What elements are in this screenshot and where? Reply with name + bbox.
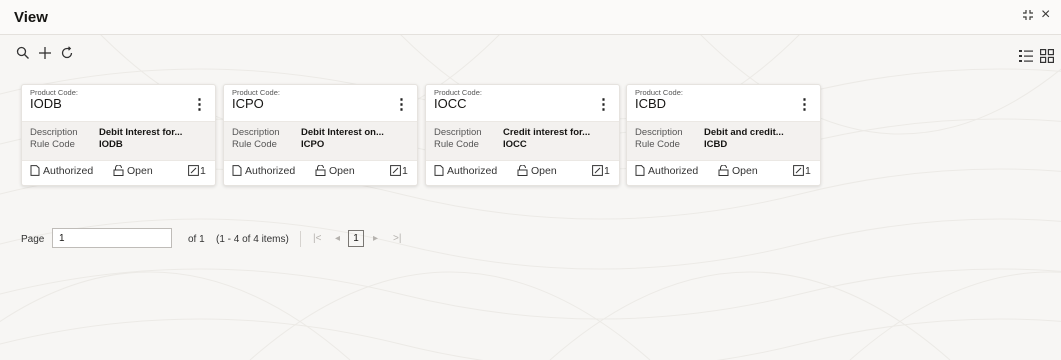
lock-status: Open <box>315 164 355 177</box>
card-details: Description Debit Interest on... Rule Co… <box>224 121 417 161</box>
list-view-icon[interactable] <box>1019 49 1033 63</box>
product-card[interactable]: Product Code: IOCC ⋮ Description Credit … <box>425 84 620 186</box>
grid-view-icon[interactable] <box>1040 49 1054 63</box>
card-details: Description Debit and credit... Rule Cod… <box>627 121 820 161</box>
description-label: Description <box>635 127 683 138</box>
document-icon <box>232 165 242 176</box>
card-footer: Authorized Open 1 <box>627 161 820 183</box>
more-options-icon[interactable]: ⋮ <box>596 97 611 112</box>
background-pattern <box>0 34 1061 360</box>
page-input[interactable] <box>52 228 172 248</box>
rule-code-value: IODB <box>99 139 123 150</box>
unlock-icon <box>113 164 124 176</box>
edit-icon <box>390 165 401 176</box>
page-label: Page <box>21 234 45 245</box>
edit-count: 1 <box>390 165 408 177</box>
first-page-icon[interactable]: |< <box>313 233 321 244</box>
rule-code-value: ICBD <box>704 139 728 150</box>
current-page-button[interactable]: 1 <box>348 230 364 247</box>
authorized-status-text: Authorized <box>447 165 498 177</box>
rule-code-value: ICPO <box>301 139 325 150</box>
lock-status: Open <box>718 164 758 177</box>
authorized-status-text: Authorized <box>648 165 699 177</box>
lock-status: Open <box>517 164 557 177</box>
pagination: Page of 1 (1 - 4 of 4 items) |< ◂ 1 ▸ >| <box>0 228 1061 252</box>
description-label: Description <box>434 127 482 138</box>
edit-icon <box>188 165 199 176</box>
edit-count-text: 1 <box>805 165 811 177</box>
expand-icon[interactable] <box>1022 8 1034 24</box>
product-code-value: ICPO <box>232 96 264 111</box>
card-details: Description Debit Interest for... Rule C… <box>22 121 215 161</box>
more-options-icon[interactable]: ⋮ <box>192 97 207 112</box>
edit-count: 1 <box>592 165 610 177</box>
items-count: (1 - 4 of 4 items) <box>216 234 289 245</box>
unlock-icon <box>315 164 326 176</box>
next-page-icon[interactable]: ▸ <box>373 233 378 244</box>
edit-count: 1 <box>793 165 811 177</box>
search-icon[interactable] <box>16 46 32 62</box>
description-value: Debit Interest for... <box>99 127 183 138</box>
document-icon <box>635 165 645 176</box>
close-icon[interactable]: × <box>1041 6 1050 24</box>
page-total: of 1 <box>188 234 205 245</box>
product-card[interactable]: Product Code: ICBD ⋮ Description Debit a… <box>626 84 821 186</box>
product-code-value: ICBD <box>635 96 667 111</box>
more-options-icon[interactable]: ⋮ <box>394 97 409 112</box>
edit-icon <box>793 165 804 176</box>
rule-code-label: Rule Code <box>434 139 479 150</box>
description-value: Debit Interest on... <box>301 127 384 138</box>
edit-count-text: 1 <box>604 165 610 177</box>
description-label: Description <box>30 127 78 138</box>
authorized-status: Authorized <box>434 165 497 177</box>
rule-code-value: IOCC <box>503 139 527 150</box>
card-details: Description Credit interest for... Rule … <box>426 121 619 161</box>
product-code-value: IODB <box>30 96 62 111</box>
lock-status-text: Open <box>127 165 153 177</box>
page-title: View <box>14 9 48 26</box>
previous-page-icon[interactable]: ◂ <box>335 233 340 244</box>
lock-status-text: Open <box>732 165 758 177</box>
authorized-status: Authorized <box>30 165 93 177</box>
authorized-status-text: Authorized <box>245 165 296 177</box>
description-label: Description <box>232 127 280 138</box>
edit-icon <box>592 165 603 176</box>
last-page-icon[interactable]: >| <box>393 233 401 244</box>
lock-status-text: Open <box>329 165 355 177</box>
add-icon[interactable] <box>38 46 54 62</box>
rule-code-label: Rule Code <box>30 139 75 150</box>
more-options-icon[interactable]: ⋮ <box>797 97 812 112</box>
edit-count-text: 1 <box>200 165 206 177</box>
description-value: Debit and credit... <box>704 127 784 138</box>
rule-code-label: Rule Code <box>232 139 277 150</box>
card-footer: Authorized Open 1 <box>224 161 417 183</box>
unlock-icon <box>718 164 729 176</box>
rule-code-label: Rule Code <box>635 139 680 150</box>
lock-status-text: Open <box>531 165 557 177</box>
authorized-status-text: Authorized <box>43 165 94 177</box>
product-card[interactable]: Product Code: IODB ⋮ Description Debit I… <box>21 84 216 186</box>
card-footer: Authorized Open 1 <box>22 161 215 183</box>
unlock-icon <box>517 164 528 176</box>
product-card[interactable]: Product Code: ICPO ⋮ Description Debit I… <box>223 84 418 186</box>
edit-count: 1 <box>188 165 206 177</box>
document-icon <box>30 165 40 176</box>
product-code-value: IOCC <box>434 96 467 111</box>
pagination-divider <box>300 231 301 247</box>
card-footer: Authorized Open 1 <box>426 161 619 183</box>
window-header: View × <box>0 0 1061 35</box>
refresh-icon[interactable] <box>60 46 76 62</box>
edit-count-text: 1 <box>402 165 408 177</box>
lock-status: Open <box>113 164 153 177</box>
document-icon <box>434 165 444 176</box>
description-value: Credit interest for... <box>503 127 591 138</box>
authorized-status: Authorized <box>635 165 698 177</box>
authorized-status: Authorized <box>232 165 295 177</box>
